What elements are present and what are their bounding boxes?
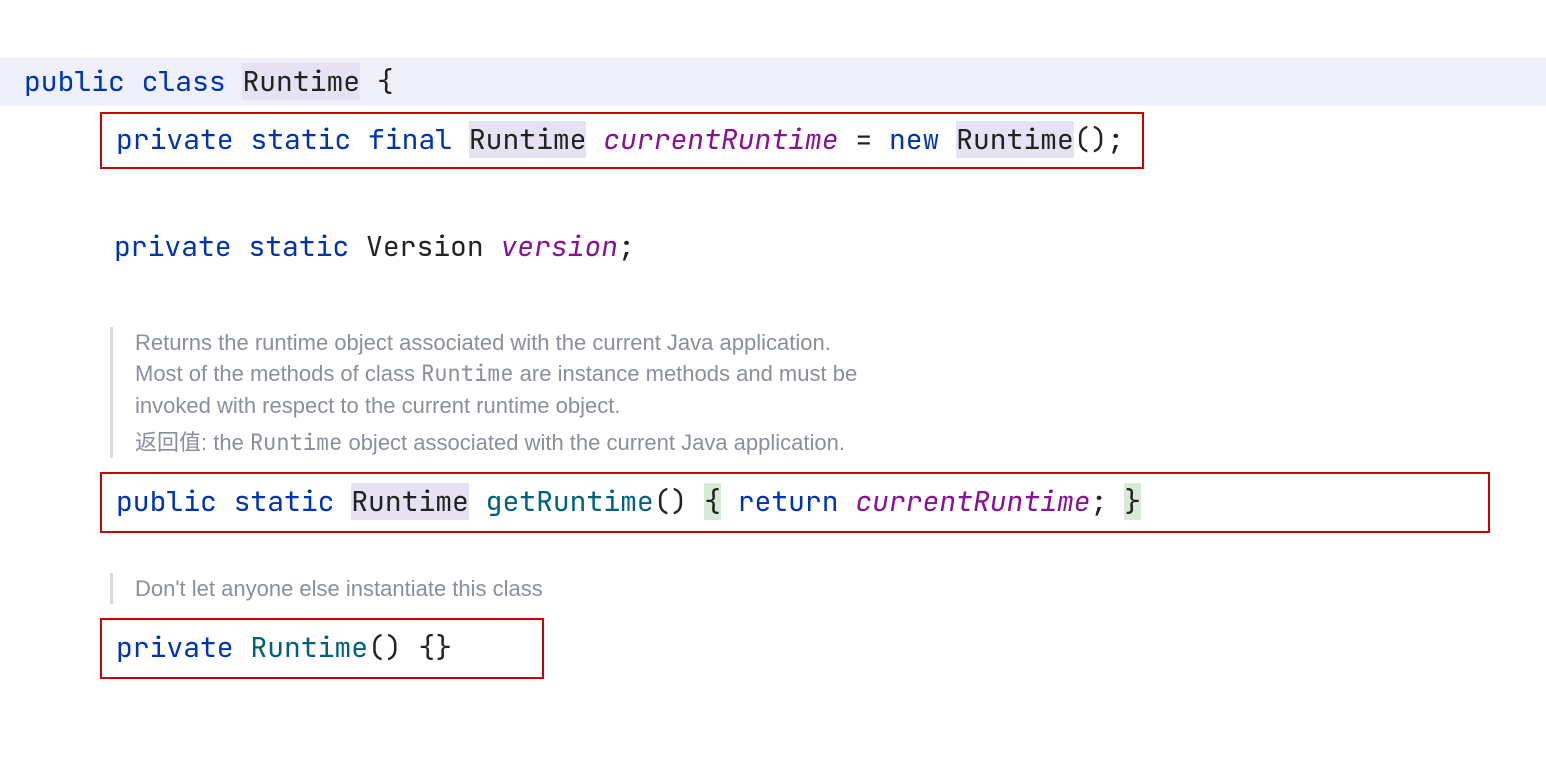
doc-line-1: Returns the runtime object associated wi… bbox=[135, 327, 1546, 358]
method-rbrace: } bbox=[1124, 483, 1141, 520]
highlight-box-ctor: private Runtime() {} bbox=[100, 618, 544, 679]
kw-public2: public bbox=[116, 483, 217, 520]
class-declaration-line: public class Runtime { bbox=[0, 58, 1546, 106]
class-declaration: public class Runtime { bbox=[24, 62, 394, 103]
kw-final: final bbox=[368, 121, 452, 158]
method-lbrace: { bbox=[704, 483, 721, 520]
kw-return: return bbox=[738, 483, 839, 520]
return-semi: ; bbox=[1091, 483, 1108, 520]
version-code: private static Version version; bbox=[114, 228, 635, 265]
method-paren: () bbox=[654, 483, 688, 520]
highlight-box-field: private static final Runtime currentRunt… bbox=[100, 112, 1144, 169]
version-type: Version bbox=[366, 228, 484, 265]
ctor-code: private Runtime() {} bbox=[116, 629, 452, 666]
doc-line-2: Most of the methods of class Runtime are… bbox=[135, 358, 1546, 389]
kw-private: private bbox=[116, 121, 234, 158]
kw-static3: static bbox=[234, 483, 335, 520]
ctor-name: Runtime bbox=[250, 629, 368, 666]
method-name: getRuntime bbox=[486, 483, 654, 520]
class-name: Runtime bbox=[242, 63, 360, 100]
ctor-block: private Runtime() {} bbox=[100, 604, 1546, 679]
doc2-text: Don't let anyone else instantiate this c… bbox=[135, 573, 1546, 604]
kw-static: static bbox=[250, 121, 351, 158]
doc-line-3: invoked with respect to the current runt… bbox=[135, 390, 1546, 421]
ctor-call: Runtime bbox=[956, 121, 1074, 158]
kw-static2: static bbox=[248, 228, 349, 265]
kw-new: new bbox=[889, 121, 939, 158]
doc-return: 返回值: the Runtime object associated with … bbox=[135, 427, 1546, 458]
kw-class: class bbox=[142, 63, 226, 100]
ctor-paren: (); bbox=[1074, 121, 1124, 158]
kw-private2: private bbox=[114, 228, 232, 265]
version-name: version bbox=[500, 228, 618, 265]
field-block: private static final Runtime currentRunt… bbox=[100, 106, 1546, 169]
kw-private3: private bbox=[116, 629, 234, 666]
javadoc-block-2: Don't let anyone else instantiate this c… bbox=[110, 573, 1546, 604]
version-semi: ; bbox=[618, 228, 635, 265]
field-type: Runtime bbox=[469, 121, 587, 158]
field-code: private static final Runtime currentRunt… bbox=[116, 121, 1124, 158]
highlight-box-method: public static Runtime getRuntime() { ret… bbox=[100, 472, 1490, 533]
javadoc-block-1: Returns the runtime object associated wi… bbox=[110, 327, 1546, 458]
equals: = bbox=[855, 121, 872, 158]
field-name: currentRuntime bbox=[603, 121, 838, 158]
method-block: public static Runtime getRuntime() { ret… bbox=[100, 458, 1546, 533]
open-brace: { bbox=[377, 63, 394, 100]
version-field-line: private static Version version; bbox=[114, 227, 1546, 268]
return-type: Runtime bbox=[351, 483, 469, 520]
return-field: currentRuntime bbox=[855, 483, 1090, 520]
ctor-rest: () {} bbox=[368, 629, 452, 666]
kw-public: public bbox=[24, 63, 125, 100]
method-code: public static Runtime getRuntime() { ret… bbox=[116, 483, 1141, 520]
